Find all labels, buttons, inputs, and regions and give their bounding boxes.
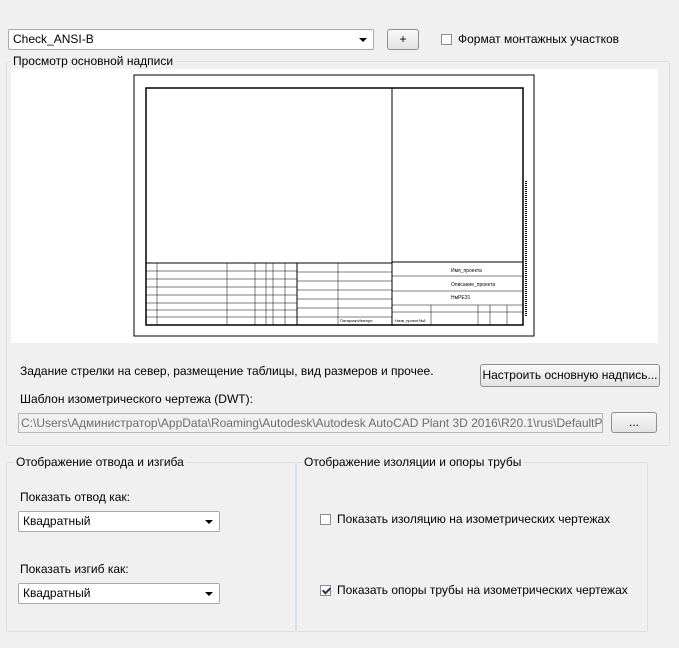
template-path-value: C:\Users\Администратор\AppData\Roaming\A… [21,416,603,430]
bend-select-value: Квадратный [23,586,91,600]
spool-format-checkbox[interactable] [441,34,452,45]
preview-legend: Просмотр основной надписи [11,54,176,68]
tb-number: НмРЕЗ1 [451,295,471,301]
tb-drawing-label: Описание_проекта [451,282,495,288]
tb-project-name: Имя_проекта [451,268,482,274]
titleblock-preview: Имя_проекта Описание_проекта НмРЕЗ1 Назв… [11,69,658,343]
add-titleblock-button[interactable]: + [387,29,419,50]
show-supports-checkbox[interactable] [320,585,331,596]
bend-label: Показать изгиб как: [20,562,129,576]
configure-titleblock-button[interactable]: Настроить основную надпись... [480,364,660,387]
elbow-group-legend: Отображение отвода и изгиба [14,455,186,469]
insulation-group [296,462,648,632]
browse-button-label: ... [628,415,639,429]
configure-button-label: Настроить основную надпись... [482,368,658,382]
show-supports-label: Показать опоры трубы на изометрических ч… [337,583,628,597]
show-insulation-label: Показать изоляцию на изометрических черт… [337,512,611,526]
elbow-select[interactable]: Квадратный [18,511,220,532]
titleblock-select[interactable]: Check_ANSI-B [8,29,374,50]
settings-description: Задание стрелки на север, размещение таб… [20,364,434,378]
tb-approver: ПатарматИмеори [340,318,373,323]
show-insulation-checkbox[interactable] [320,514,331,525]
chevron-down-icon [359,38,367,42]
elbow-group [6,462,296,632]
tb-company: Назв_проект№А [395,318,426,323]
add-button-label: + [399,32,407,46]
insulation-group-legend: Отображение изоляции и опоры трубы [302,455,524,469]
template-label: Шаблон изометрического чертежа (DWT): [20,392,253,406]
spool-format-label: Формат монтажных участков [458,32,620,46]
titleblock-drawing: Имя_проекта Описание_проекта НмРЕЗ1 Назв… [133,74,535,337]
titleblock-select-value: Check_ANSI-B [13,32,94,46]
browse-template-button[interactable]: ... [611,412,657,433]
bend-select[interactable]: Квадратный [18,583,220,604]
elbow-select-value: Квадратный [23,514,91,528]
chevron-down-icon [205,592,213,596]
template-path-field[interactable]: C:\Users\Администратор\AppData\Roaming\A… [18,413,603,433]
elbow-label: Показать отвод как: [20,490,131,504]
chevron-down-icon [205,520,213,524]
